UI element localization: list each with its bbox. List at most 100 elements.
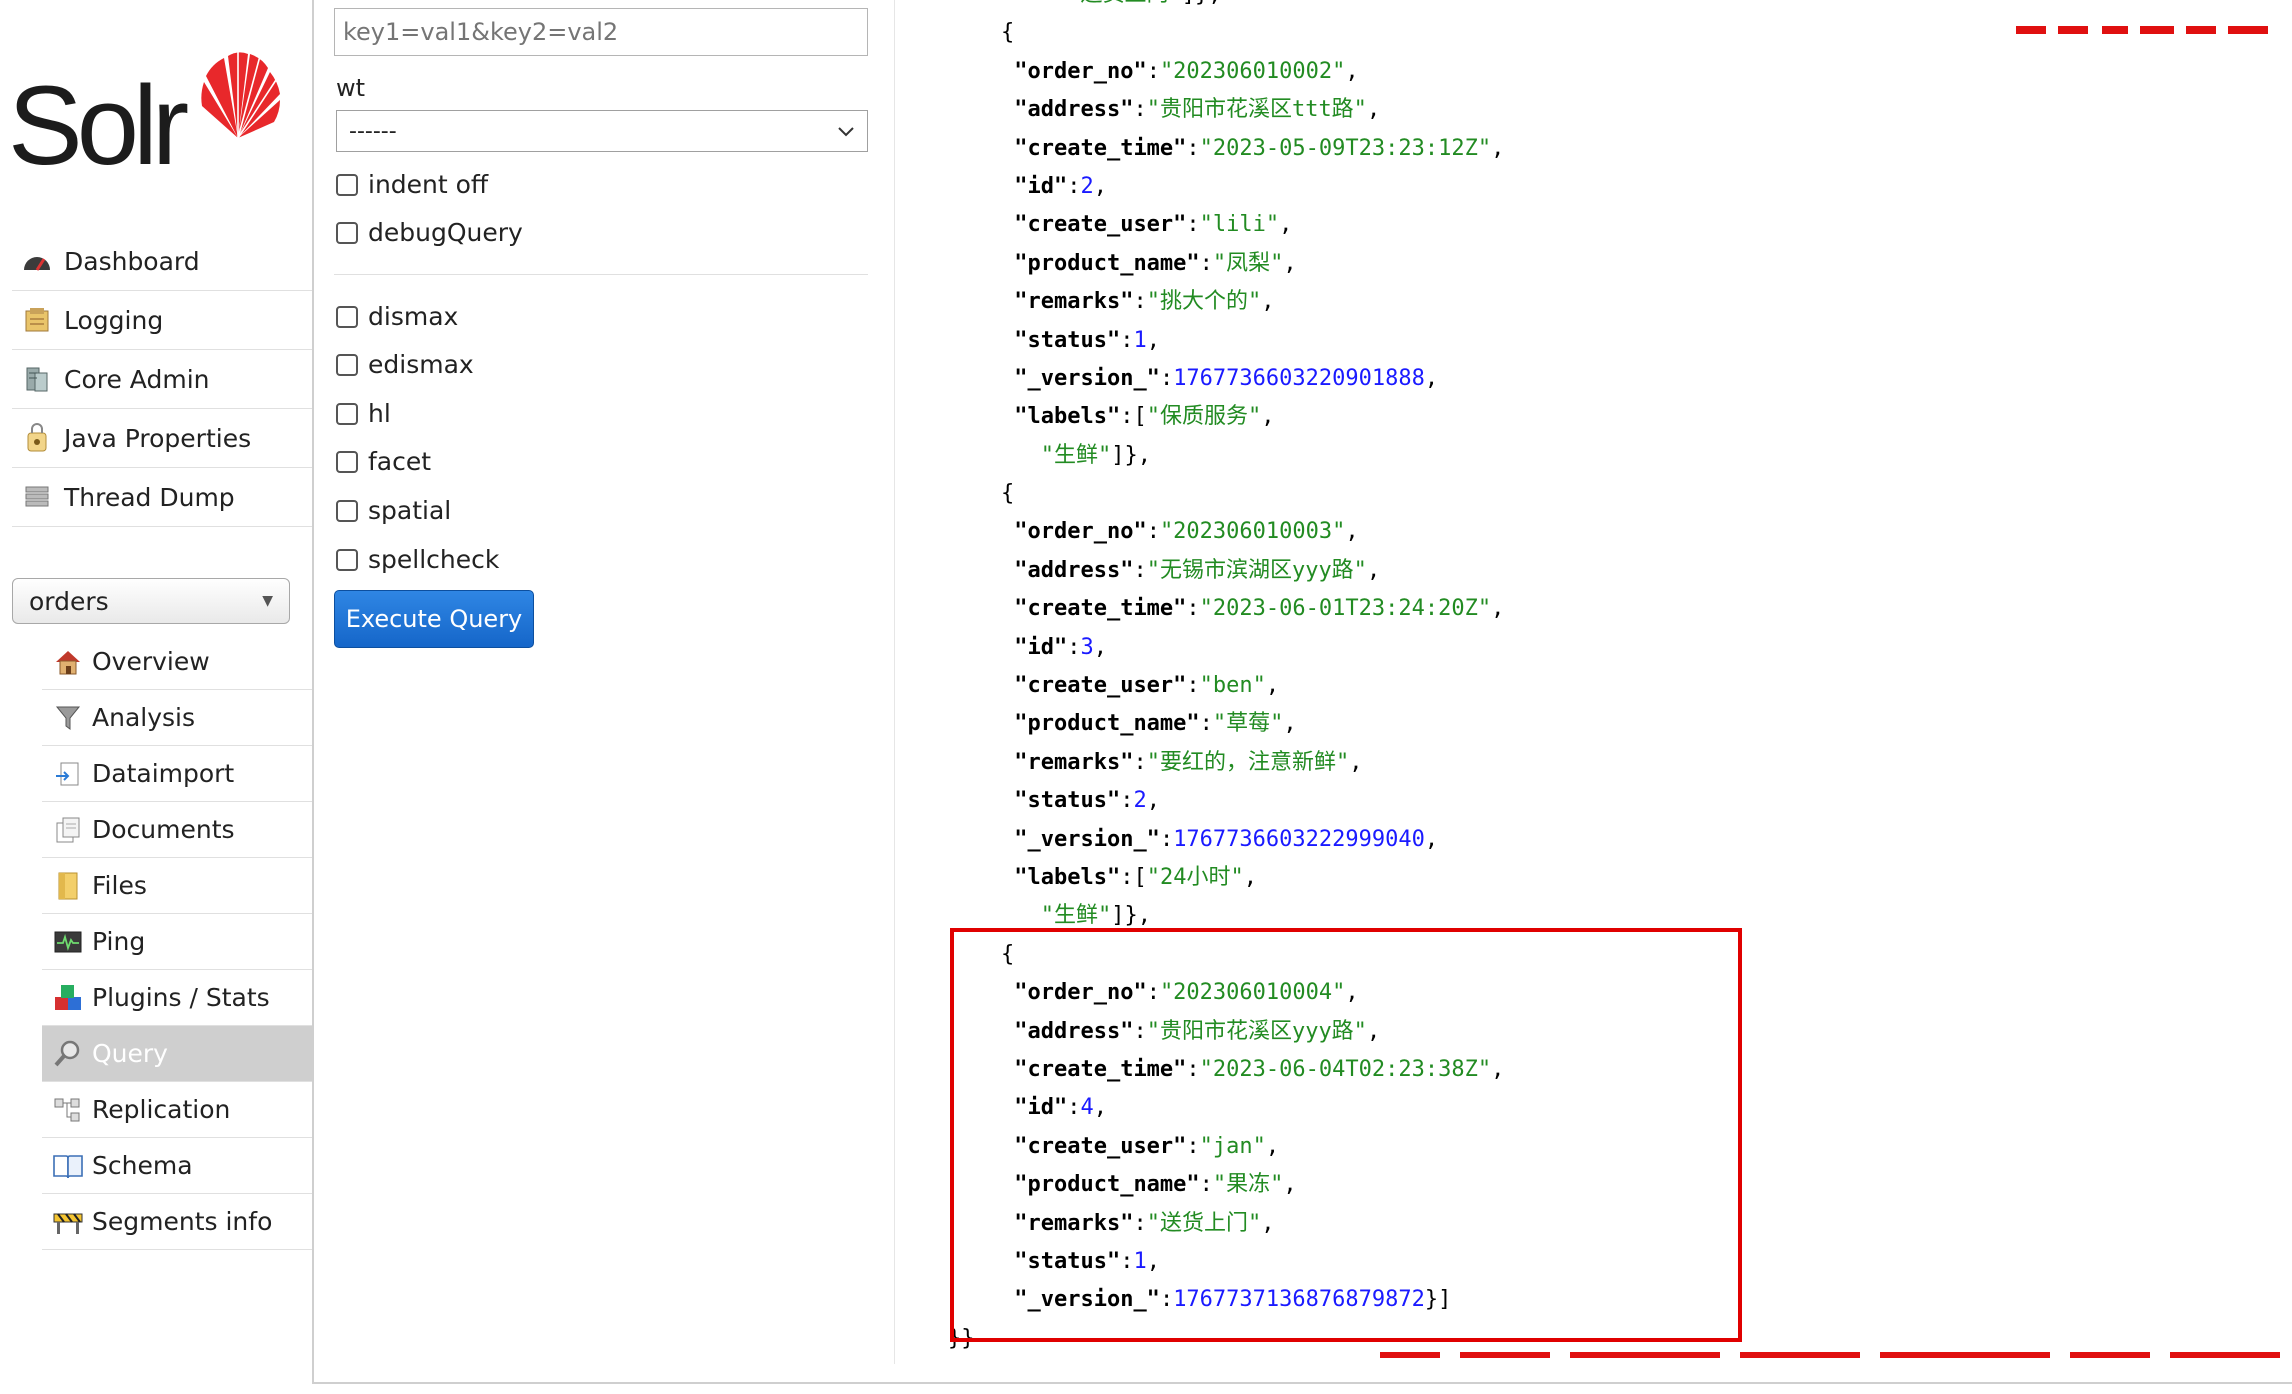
wt-select[interactable]: ------ xyxy=(336,110,868,152)
json-key: "order_no" xyxy=(1014,519,1147,545)
dismax-checkbox[interactable]: dismax xyxy=(336,302,458,331)
nav-item-dashboard[interactable]: Dashboard xyxy=(12,232,312,291)
core-nav-analysis[interactable]: Analysis xyxy=(42,690,312,746)
core-nav-segments-info[interactable]: Segments info xyxy=(42,1194,312,1250)
json-key: "address" xyxy=(1014,557,1134,583)
java-properties-icon xyxy=(20,423,54,453)
core-nav-files[interactable]: Files xyxy=(42,858,312,914)
core-nav-schema[interactable]: Schema xyxy=(42,1138,312,1194)
json-punct: : xyxy=(1133,1210,1147,1236)
json-key: "id" xyxy=(1014,634,1068,660)
core-nav-ping[interactable]: Ping xyxy=(42,914,312,970)
json-punct: , xyxy=(1283,711,1297,737)
json-string: "送货上门" xyxy=(1067,0,1182,7)
core-selector[interactable]: orders ▼ xyxy=(12,578,290,624)
json-key: "product_name" xyxy=(1014,711,1200,737)
json-line: "_version_":1767736603220901888, xyxy=(948,360,2278,398)
json-punct: , xyxy=(1345,519,1359,545)
json-line: "order_no":"202306010003", xyxy=(948,513,2278,551)
checkbox-label: dismax xyxy=(368,302,459,331)
json-punct: , xyxy=(1093,173,1107,199)
logging-icon xyxy=(20,305,54,335)
checkbox-box[interactable] xyxy=(336,402,358,425)
nav-item-thread-dump[interactable]: Thread Dump xyxy=(12,468,312,527)
spellcheck-checkbox[interactable]: spellcheck xyxy=(336,545,499,574)
json-key: "_version_" xyxy=(1014,365,1160,391)
json-key: "labels" xyxy=(1014,404,1121,430)
json-key: "status" xyxy=(1014,788,1121,814)
solr-logo[interactable]: Solr xyxy=(8,50,280,190)
debug-query-checkbox[interactable]: debugQuery xyxy=(336,218,523,247)
json-line: "生鲜"]}, xyxy=(948,437,2278,475)
json-punct: : xyxy=(1199,250,1213,276)
core-nav-replication[interactable]: Replication xyxy=(42,1082,312,1138)
json-punct: , xyxy=(1491,135,1505,161)
json-punct: : xyxy=(1146,519,1160,545)
json-punct: , xyxy=(1366,557,1381,583)
json-punct: : xyxy=(1120,1248,1134,1274)
core-nav-documents[interactable]: Documents xyxy=(42,802,312,858)
json-punct: : xyxy=(1067,1095,1081,1121)
json-punct: : xyxy=(1199,711,1213,737)
json-line: "create_user":"ben", xyxy=(948,667,2278,705)
json-number: 2 xyxy=(1080,173,1094,199)
json-string: "无锡市滨湖区yyy路" xyxy=(1146,557,1367,583)
json-key: "id" xyxy=(1014,1095,1068,1121)
json-string: "24小时" xyxy=(1146,864,1244,890)
json-punct: , xyxy=(1093,634,1107,660)
core-nav-dataimport[interactable]: Dataimport xyxy=(42,746,312,802)
json-line: "remarks":"要红的，注意新鲜", xyxy=(948,744,2278,782)
json-punct: , xyxy=(1146,788,1160,814)
json-punct: , xyxy=(1345,58,1359,84)
facet-checkbox[interactable]: facet xyxy=(336,447,431,476)
json-string: "202306010003" xyxy=(1159,519,1346,545)
core-nav-query[interactable]: Query xyxy=(42,1026,312,1082)
checkbox-box[interactable] xyxy=(336,548,358,571)
core-nav-plugins-stats[interactable]: Plugins / Stats xyxy=(42,970,312,1026)
nav-item-java-properties[interactable]: Java Properties xyxy=(12,409,312,468)
indent-off-checkbox[interactable]: indent off xyxy=(336,170,488,199)
checkbox-box[interactable] xyxy=(336,173,358,196)
folder-icon xyxy=(52,871,84,901)
json-punct: }] xyxy=(1424,1287,1452,1313)
core-nav-label: Files xyxy=(92,871,147,900)
json-line: "id":4, xyxy=(948,1089,2278,1127)
json-line: "order_no":"202306010002", xyxy=(948,53,2278,91)
spatial-checkbox[interactable]: spatial xyxy=(336,496,451,525)
nav-item-label: Dashboard xyxy=(64,246,200,276)
json-line: "product_name":"凤梨", xyxy=(948,245,2278,283)
checkbox-label: edismax xyxy=(368,350,474,379)
hl-checkbox[interactable]: hl xyxy=(336,399,391,428)
core-nav-overview[interactable]: Overview xyxy=(42,634,312,690)
json-punct: : xyxy=(1159,365,1174,391)
nav-item-core-admin[interactable]: Core Admin xyxy=(12,350,312,409)
json-punct: , xyxy=(1366,1018,1381,1044)
checkbox-label: debugQuery xyxy=(368,218,523,247)
json-string: "挑大个的" xyxy=(1146,289,1262,315)
checkbox-label: spatial xyxy=(368,496,452,525)
json-key: "address" xyxy=(1014,97,1134,123)
json-line: "生鲜"]}, xyxy=(948,897,2278,935)
json-number: 4 xyxy=(1080,1095,1094,1121)
json-punct: , xyxy=(1265,673,1280,699)
json-string: "贵阳市花溪区yyy路" xyxy=(1146,1018,1367,1044)
magnifier-icon xyxy=(52,1039,84,1069)
json-string: "2023-05-09T23:23:12Z" xyxy=(1199,135,1492,161)
checkbox-box[interactable] xyxy=(336,353,358,376)
dataimport-icon xyxy=(52,759,84,789)
json-punct: , xyxy=(1146,1248,1160,1274)
checkbox-box[interactable] xyxy=(336,499,358,522)
checkbox-box[interactable] xyxy=(336,221,358,244)
json-punct: : xyxy=(1186,212,1200,238)
json-punct: : xyxy=(1146,58,1160,84)
checkbox-box[interactable] xyxy=(336,450,358,473)
core-nav-label: Plugins / Stats xyxy=(92,983,270,1012)
json-punct: :[ xyxy=(1120,864,1147,890)
raw-query-params-input[interactable] xyxy=(334,8,868,56)
edismax-checkbox[interactable]: edismax xyxy=(336,350,474,379)
json-string: "凤梨" xyxy=(1212,250,1284,276)
nav-item-logging[interactable]: Logging xyxy=(12,291,312,350)
checkbox-box[interactable] xyxy=(336,305,358,328)
json-key: "product_name" xyxy=(1014,250,1200,276)
execute-query-button[interactable]: Execute Query xyxy=(334,590,534,648)
